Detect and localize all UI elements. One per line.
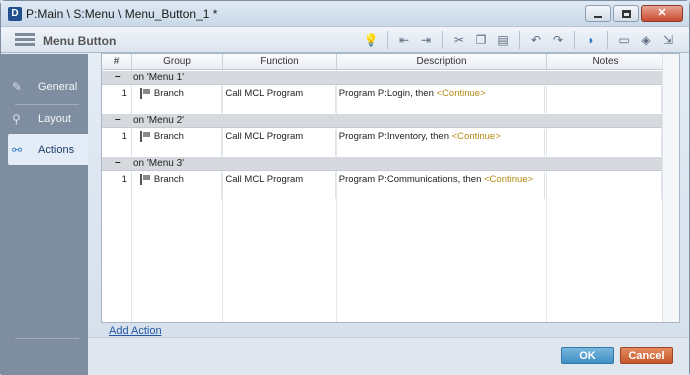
dialog-window: D P:Main \ S:Menu \ Menu_Button_1 * ✕ Me… [0,0,690,375]
layout-icon: ⚲ [12,111,21,126]
toolbar-icons: 💡 ⇤ ⇥ ✂ ❐ ▤ ↶ ↷ ◗ ▭ ◈ ⇲ [360,30,679,50]
sidebar-divider [15,338,79,339]
table-row[interactable]: 1 Branch Call MCL Program Program P:Logi… [102,86,662,113]
sidebar-item-label: Layout [38,112,72,125]
cancel-button[interactable]: Cancel [620,347,673,364]
column-header-notes[interactable]: Notes [547,54,665,70]
close-button[interactable]: ✕ [641,5,683,22]
add-action-link[interactable]: Add Action [109,325,162,337]
cut-icon[interactable]: ✂ [448,30,470,50]
toolbar-divider [574,31,575,49]
ok-button[interactable]: OK [561,347,614,364]
column-header-description[interactable]: Description [337,54,547,70]
description-text: Program P:Communications, then [338,174,482,185]
function-cell: Call MCL Program [222,86,336,113]
toolbar-divider [442,31,443,49]
toolbar-divider [519,31,520,49]
sidebar-item-general[interactable]: ✎ General [8,71,88,102]
group-cell: Branch [132,129,223,156]
row-number: 1 [102,86,132,113]
column-header-number[interactable]: # [102,54,132,70]
lightbulb-icon[interactable]: 💡 [360,30,382,50]
table-row[interactable]: 1 Branch Call MCL Program Program P:Comm… [102,172,662,199]
paste-icon[interactable]: ▤ [492,30,514,50]
sidebar-item-label: Actions [38,143,75,156]
minimize-button[interactable] [585,5,611,22]
continue-link[interactable]: <Continue> [437,88,486,99]
toolbar-divider [607,31,608,49]
column-header-group[interactable]: Group [132,54,223,70]
app-icon: D [8,7,22,21]
description-cell: Program P:Login, then <Continue> [336,86,545,113]
row-number: 1 [102,129,132,156]
collapse-icon[interactable]: – [115,71,121,82]
function-cell: Call MCL Program [222,172,336,199]
toolbar: Menu Button 💡 ⇤ ⇥ ✂ ❐ ▤ ↶ ↷ ◗ ▭ ◈ ⇲ [1,27,689,53]
group-cell: Branch [132,86,223,113]
redo-icon[interactable]: ↷ [547,30,569,50]
group-header[interactable]: – on 'Menu 2' [102,114,662,128]
outdent-icon[interactable]: ⇤ [393,30,415,50]
indent-icon[interactable]: ⇥ [415,30,437,50]
description-cell: Program P:Communications, then <Continue… [336,172,545,199]
group-cell: Branch [132,172,223,199]
row-number: 1 [102,172,132,199]
actions-grid: # Group Function Description Notes – on … [101,53,680,323]
branch-icon [139,88,151,99]
toolbar-divider [387,31,388,49]
maximize-button[interactable] [613,5,639,22]
vertical-scrollbar[interactable] [662,54,679,322]
close-icon: ✕ [657,7,667,19]
minimize-icon [594,15,602,18]
description-text: Program P:Login, then [338,88,434,99]
export-icon[interactable]: ⇲ [657,30,679,50]
sidebar-item-actions[interactable]: ⚯ Actions [8,134,88,165]
tag-icon[interactable]: ◈ [635,30,657,50]
toolbar-title: Menu Button [43,34,117,48]
title-bar[interactable]: D P:Main \ S:Menu \ Menu_Button_1 * ✕ [1,1,689,27]
group-header-label: on 'Menu 3' [133,158,185,169]
menu-icon[interactable] [15,33,35,47]
continue-link[interactable]: <Continue> [484,174,533,185]
window-title: P:Main \ S:Menu \ Menu_Button_1 * [26,7,218,21]
continue-link[interactable]: <Continue> [452,131,501,142]
notes-cell[interactable] [545,129,662,156]
notes-cell[interactable] [545,86,662,113]
collapse-icon[interactable]: – [115,114,121,125]
group-cell-label: Branch [153,88,184,99]
group-cell-label: Branch [153,174,184,185]
group-header-label: on 'Menu 1' [133,72,185,83]
group-header[interactable]: – on 'Menu 1' [102,71,662,85]
copy-icon[interactable]: ❐ [470,30,492,50]
collapse-icon[interactable]: – [115,157,121,168]
sidebar-item-label: General [38,80,78,93]
branch-icon [139,131,151,142]
grid-header: # Group Function Description Notes [102,54,679,70]
general-icon: ✎ [12,79,23,94]
notes-cell[interactable] [545,172,662,199]
sidebar: ✎ General ⚲ Layout ⚯ Actions [1,54,88,375]
comment-toggle-icon[interactable]: ◗ [580,30,602,50]
undo-icon[interactable]: ↶ [525,30,547,50]
comment-icon[interactable]: ▭ [613,30,635,50]
actions-icon: ⚯ [12,142,23,157]
function-cell: Call MCL Program [222,129,336,156]
group-header-label: on 'Menu 2' [133,115,185,126]
sidebar-item-layout[interactable]: ⚲ Layout [8,103,88,134]
description-cell: Program P:Inventory, then <Continue> [336,129,545,156]
group-cell-label: Branch [153,131,184,142]
window-controls: ✕ [585,5,683,22]
table-row[interactable]: 1 Branch Call MCL Program Program P:Inve… [102,129,662,156]
maximize-icon [621,9,631,18]
branch-icon [139,174,151,185]
column-header-function[interactable]: Function [223,54,337,70]
description-text: Program P:Inventory, then [338,131,449,142]
group-header[interactable]: – on 'Menu 3' [102,157,662,171]
